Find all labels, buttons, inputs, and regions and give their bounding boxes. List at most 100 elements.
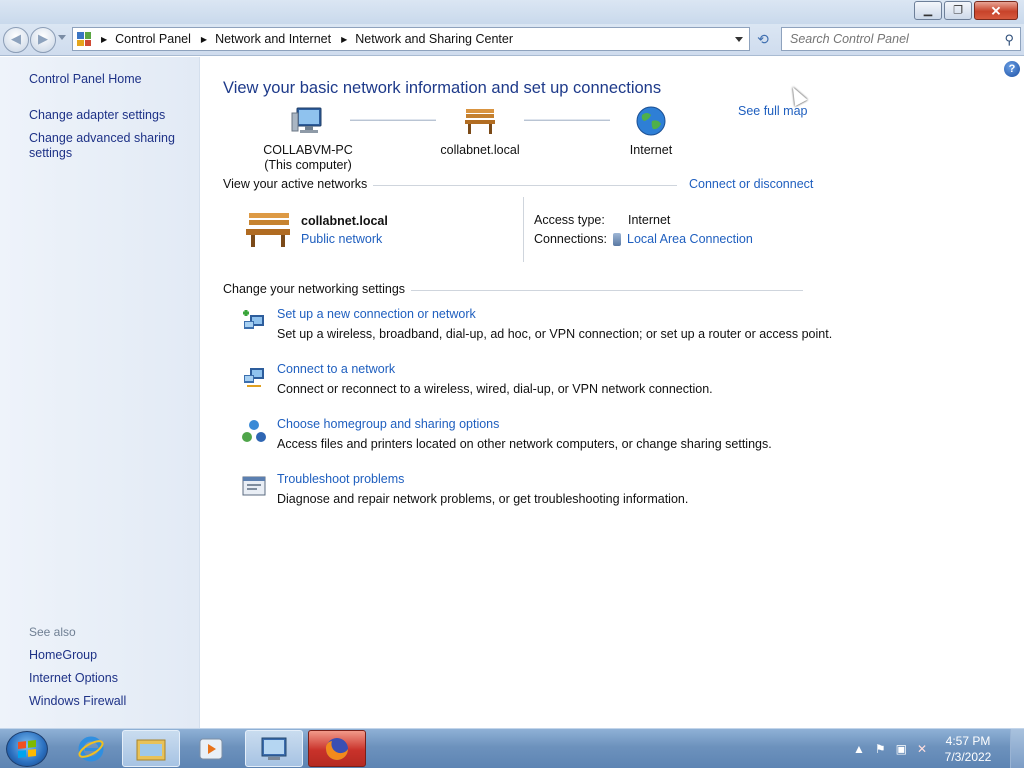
task-link[interactable]: Set up a new connection or network bbox=[277, 307, 476, 321]
active-network-name: collabnet.local bbox=[301, 214, 388, 228]
breadcrumb-arrow-icon[interactable]: ▶ bbox=[101, 35, 107, 44]
vertical-divider bbox=[523, 197, 524, 262]
active-networks-heading: View your active networks bbox=[223, 177, 374, 191]
network-tray-icon[interactable]: ▣ bbox=[896, 742, 907, 756]
control-panel-icon bbox=[77, 32, 91, 46]
internet-label: Internet bbox=[629, 143, 673, 157]
media-player-icon bbox=[199, 738, 223, 759]
taskbar: ▲ ⚑ ▣ ✕ 4:57 PM 7/3/2022 bbox=[0, 728, 1024, 768]
control-panel-home-link[interactable]: Control Panel Home bbox=[29, 72, 142, 87]
map-connection-line bbox=[350, 119, 436, 121]
main-content: ? View your basic network information an… bbox=[201, 57, 1024, 728]
internet-options-link[interactable]: Internet Options bbox=[29, 671, 118, 686]
windows-firewall-link[interactable]: Windows Firewall bbox=[29, 694, 126, 709]
breadcrumb-network-and-internet[interactable]: Network and Internet bbox=[215, 32, 331, 46]
refresh-icon: ⟲ bbox=[757, 30, 769, 47]
search-input[interactable] bbox=[790, 32, 990, 46]
clock-time: 4:57 PM bbox=[945, 734, 991, 748]
firefox-icon bbox=[325, 737, 348, 760]
task-link[interactable]: Connect to a network bbox=[277, 362, 395, 376]
computer-note: (This computer) bbox=[264, 158, 352, 172]
access-type-label: Access type: bbox=[534, 213, 605, 227]
local-area-connection-label: Local Area Connection bbox=[627, 232, 753, 246]
taskbar-media-player[interactable] bbox=[182, 730, 240, 767]
connections-label: Connections: bbox=[534, 232, 607, 246]
map-connection-line bbox=[524, 119, 610, 121]
homegroup-icon bbox=[241, 419, 267, 445]
access-type-value: Internet bbox=[628, 213, 671, 227]
search-box[interactable]: ⚲ bbox=[781, 27, 1021, 51]
taskbar-internet-explorer[interactable] bbox=[62, 730, 120, 767]
restore-icon: ❐ bbox=[953, 4, 963, 16]
breadcrumb-arrow-icon[interactable]: ▶ bbox=[341, 35, 347, 44]
folder-icon bbox=[136, 739, 166, 760]
search-icon[interactable]: ⚲ bbox=[1004, 32, 1014, 48]
close-button[interactable]: ✕ bbox=[974, 1, 1018, 20]
refresh-button[interactable]: ⟲ bbox=[752, 28, 774, 50]
task-link[interactable]: Troubleshoot problems bbox=[277, 472, 404, 486]
section-divider bbox=[391, 290, 803, 291]
minimize-button[interactable]: ▁ bbox=[914, 1, 942, 20]
start-button[interactable] bbox=[6, 731, 48, 767]
change-adapter-settings-link[interactable]: Change adapter settings bbox=[29, 108, 165, 123]
network-center-icon bbox=[261, 737, 287, 760]
see-full-map-link[interactable]: See full map bbox=[738, 104, 807, 118]
minimize-icon: ▁ bbox=[923, 4, 933, 16]
page-title: View your basic network information and … bbox=[223, 79, 662, 97]
breadcrumb-network-sharing-center[interactable]: Network and Sharing Center bbox=[355, 32, 513, 46]
new-connection-icon bbox=[241, 309, 267, 335]
help-button[interactable]: ? bbox=[1004, 61, 1020, 77]
back-button[interactable]: ◀ bbox=[3, 27, 29, 53]
networking-settings-heading: Change your networking settings bbox=[223, 282, 412, 296]
window-controls: ▁ ❐ ✕ bbox=[912, 1, 1018, 20]
troubleshoot-icon bbox=[241, 474, 267, 500]
local-area-connection-link[interactable]: Local Area Connection bbox=[613, 232, 753, 246]
restore-button[interactable]: ❐ bbox=[944, 1, 972, 20]
map-node-internet[interactable]: Internet bbox=[606, 105, 696, 158]
network-bench-icon[interactable] bbox=[243, 209, 293, 249]
globe-icon bbox=[634, 105, 668, 137]
computer-name: COLLABVM-PC bbox=[263, 143, 353, 157]
map-node-computer[interactable]: COLLABVM-PC (This computer) bbox=[263, 105, 353, 173]
clock-date: 7/3/2022 bbox=[944, 750, 992, 764]
task-link[interactable]: Choose homegroup and sharing options bbox=[277, 417, 499, 431]
connect-or-disconnect-link[interactable]: Connect or disconnect bbox=[683, 177, 814, 191]
navigation-bar: ◀ ▶ ▶ Control Panel ▶ Network and Intern… bbox=[0, 24, 1024, 56]
task-description: Set up a wireless, broadband, dial-up, a… bbox=[277, 327, 833, 341]
task-description: Connect or reconnect to a wireless, wire… bbox=[277, 382, 713, 396]
internet-explorer-icon bbox=[78, 736, 104, 761]
map-node-network[interactable]: collabnet.local bbox=[435, 105, 525, 158]
task-description: Diagnose and repair network problems, or… bbox=[277, 492, 689, 506]
forward-arrow-icon: ▶ bbox=[38, 31, 48, 47]
change-advanced-sharing-link[interactable]: Change advanced sharing settings bbox=[29, 131, 179, 161]
sidebar: Control Panel Home Change adapter settin… bbox=[0, 57, 200, 728]
task-description: Access files and printers located on oth… bbox=[277, 437, 772, 451]
clock[interactable]: 4:57 PM 7/3/2022 bbox=[932, 733, 1004, 765]
action-center-flag-icon[interactable]: ⚑ bbox=[875, 742, 886, 756]
breadcrumb: ▶ Control Panel ▶ Network and Internet ▶… bbox=[91, 32, 513, 46]
windows-logo-icon bbox=[18, 740, 36, 758]
homegroup-link[interactable]: HomeGroup bbox=[29, 648, 97, 663]
breadcrumb-arrow-icon[interactable]: ▶ bbox=[201, 35, 207, 44]
breadcrumb-control-panel[interactable]: Control Panel bbox=[115, 32, 191, 46]
close-icon: ✕ bbox=[990, 3, 1002, 18]
address-bar[interactable]: ▶ Control Panel ▶ Network and Internet ▶… bbox=[72, 27, 750, 51]
see-also-heading: See also bbox=[29, 625, 76, 639]
show-desktop-button[interactable] bbox=[1010, 729, 1024, 768]
back-arrow-icon: ◀ bbox=[11, 31, 21, 47]
address-history-dropdown[interactable] bbox=[735, 37, 743, 42]
show-hidden-icons-icon[interactable]: ▲ bbox=[853, 742, 865, 756]
recent-pages-dropdown[interactable] bbox=[58, 35, 66, 40]
title-bar: ▁ ❐ ✕ bbox=[0, 0, 1024, 24]
help-icon: ? bbox=[1008, 63, 1016, 75]
system-tray: ▲ ⚑ ▣ ✕ 4:57 PM 7/3/2022 bbox=[848, 729, 1024, 768]
taskbar-firefox[interactable] bbox=[308, 730, 366, 767]
network-category-link[interactable]: Public network bbox=[301, 232, 382, 246]
forward-button[interactable]: ▶ bbox=[30, 27, 56, 53]
taskbar-file-explorer[interactable] bbox=[122, 730, 180, 767]
volume-muted-icon[interactable]: ✕ bbox=[917, 742, 927, 756]
taskbar-control-panel[interactable] bbox=[245, 730, 303, 767]
ethernet-plug-icon bbox=[613, 232, 621, 246]
connect-network-icon bbox=[241, 364, 267, 390]
network-map-name: collabnet.local bbox=[440, 143, 520, 157]
